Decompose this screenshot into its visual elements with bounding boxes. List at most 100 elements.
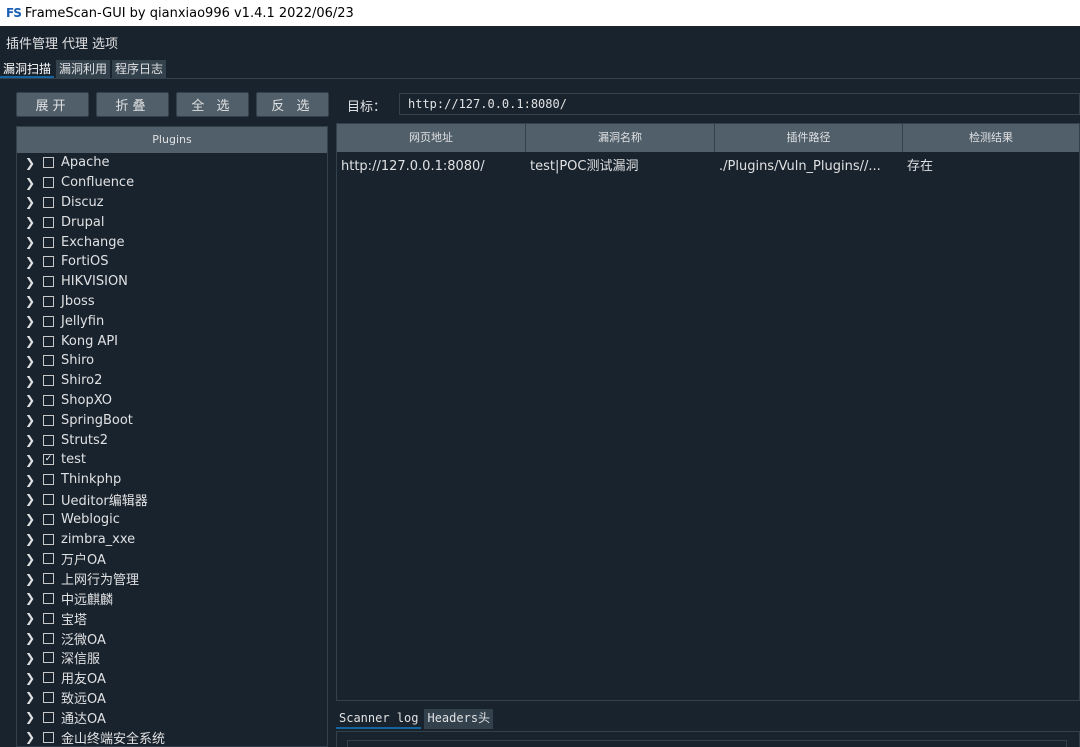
plugin-tree-item[interactable]: ❯ 通达OA	[17, 707, 327, 727]
plugin-checkbox[interactable]	[43, 157, 54, 169]
plugin-checkbox[interactable]	[43, 513, 54, 525]
column-header-plugin-path[interactable]: 插件路径	[715, 124, 903, 152]
plugin-tree-item[interactable]: ❯ zimbra_xxe	[17, 529, 327, 549]
tab-headers[interactable]: Headers头	[424, 709, 494, 729]
chevron-right-icon[interactable]: ❯	[25, 651, 43, 665]
tab-vuln-exploit[interactable]: 漏洞利用	[56, 60, 111, 78]
plugin-checkbox[interactable]	[43, 474, 54, 486]
chevron-right-icon[interactable]: ❯	[25, 631, 43, 645]
chevron-right-icon[interactable]: ❯	[25, 690, 43, 704]
plugin-checkbox[interactable]	[43, 216, 54, 228]
plugin-checkbox[interactable]	[43, 256, 54, 268]
plugin-checkbox[interactable]	[43, 315, 54, 327]
plugin-tree-item[interactable]: ❯ HIKVISION	[17, 272, 327, 292]
plugin-tree-item[interactable]: ❯ 宝塔	[17, 608, 327, 628]
plugin-checkbox[interactable]	[43, 573, 54, 585]
chevron-right-icon[interactable]: ❯	[25, 176, 43, 190]
menu-proxy[interactable]: 代理	[62, 33, 88, 52]
chevron-right-icon[interactable]: ❯	[25, 433, 43, 447]
menu-options[interactable]: 选项	[92, 33, 118, 52]
plugin-checkbox[interactable]	[43, 672, 54, 684]
plugin-checkbox[interactable]	[43, 414, 54, 426]
plugin-tree-item[interactable]: ❯ 用友OA	[17, 668, 327, 688]
plugin-tree-item[interactable]: ❯ SpringBoot	[17, 410, 327, 430]
plugin-tree-item[interactable]: ❯ Confluence	[17, 173, 327, 193]
plugin-tree-item[interactable]: ❯ Shiro2	[17, 371, 327, 391]
plugin-tree-item[interactable]: ❯ Ueditor编辑器	[17, 490, 327, 510]
plugin-tree-item[interactable]: ❯ 万户OA	[17, 549, 327, 569]
plugin-tree-item[interactable]: ❯ ✓ test	[17, 450, 327, 470]
chevron-right-icon[interactable]: ❯	[25, 730, 43, 744]
chevron-right-icon[interactable]: ❯	[25, 611, 43, 625]
plugin-checkbox[interactable]	[43, 236, 54, 248]
plugin-checkbox[interactable]	[43, 276, 54, 288]
plugin-checkbox[interactable]	[43, 196, 54, 208]
chevron-right-icon[interactable]: ❯	[25, 591, 43, 605]
plugin-checkbox[interactable]	[43, 553, 54, 565]
plugin-checkbox[interactable]	[43, 731, 54, 743]
plugin-tree-item[interactable]: ❯ 金山终端安全系统	[17, 727, 327, 746]
plugin-checkbox[interactable]: ✓	[43, 454, 54, 466]
tab-program-log[interactable]: 程序日志	[112, 60, 167, 78]
chevron-right-icon[interactable]: ❯	[25, 710, 43, 724]
plugin-tree-item[interactable]: ❯ Thinkphp	[17, 470, 327, 490]
plugin-tree-item[interactable]: ❯ Drupal	[17, 212, 327, 232]
plugin-checkbox[interactable]	[43, 493, 54, 505]
chevron-right-icon[interactable]: ❯	[25, 195, 43, 209]
target-input[interactable]: http://127.0.0.1:8080/	[399, 93, 1080, 115]
plugin-tree-item[interactable]: ❯ Kong API	[17, 331, 327, 351]
plugin-checkbox[interactable]	[43, 533, 54, 545]
plugin-checkbox[interactable]	[43, 612, 54, 624]
chevron-right-icon[interactable]: ❯	[25, 552, 43, 566]
chevron-right-icon[interactable]: ❯	[25, 354, 43, 368]
chevron-right-icon[interactable]: ❯	[25, 156, 43, 170]
column-header-vuln-name[interactable]: 漏洞名称	[526, 124, 715, 152]
chevron-right-icon[interactable]: ❯	[25, 255, 43, 269]
column-header-result[interactable]: 检测结果	[903, 124, 1079, 152]
plugin-checkbox[interactable]	[43, 375, 54, 387]
plugin-tree-item[interactable]: ❯ Weblogic	[17, 509, 327, 529]
chevron-right-icon[interactable]: ❯	[25, 235, 43, 249]
chevron-right-icon[interactable]: ❯	[25, 215, 43, 229]
chevron-right-icon[interactable]: ❯	[25, 492, 43, 506]
plugin-tree-item[interactable]: ❯ 深信服	[17, 648, 327, 668]
plugin-tree-item[interactable]: ❯ FortiOS	[17, 252, 327, 272]
plugin-checkbox[interactable]	[43, 652, 54, 664]
expand-button[interactable]: 展开	[16, 92, 89, 117]
plugin-tree-item[interactable]: ❯ 上网行为管理	[17, 569, 327, 589]
tab-scanner-log[interactable]: Scanner log	[336, 709, 422, 729]
invert-selection-button[interactable]: 反 选	[256, 92, 329, 117]
plugin-checkbox[interactable]	[43, 177, 54, 189]
plugin-tree-item[interactable]: ❯ Apache	[17, 153, 327, 173]
plugin-checkbox[interactable]	[43, 632, 54, 644]
tab-vuln-scan[interactable]: 漏洞扫描	[0, 60, 55, 78]
chevron-right-icon[interactable]: ❯	[25, 294, 43, 308]
plugin-checkbox[interactable]	[43, 691, 54, 703]
plugin-checkbox[interactable]	[43, 592, 54, 604]
chevron-right-icon[interactable]: ❯	[25, 512, 43, 526]
plugin-checkbox[interactable]	[43, 434, 54, 446]
column-header-url[interactable]: 网页地址	[337, 124, 526, 152]
chevron-right-icon[interactable]: ❯	[25, 374, 43, 388]
table-row[interactable]: http://127.0.0.1:8080/ test|POC测试漏洞 ./Pl…	[337, 152, 1079, 182]
plugin-tree-item[interactable]: ❯ 泛微OA	[17, 628, 327, 648]
plugin-tree-item[interactable]: ❯ Struts2	[17, 430, 327, 450]
plugin-checkbox[interactable]	[43, 335, 54, 347]
plugin-checkbox[interactable]	[43, 394, 54, 406]
chevron-right-icon[interactable]: ❯	[25, 314, 43, 328]
plugin-tree-item[interactable]: ❯ Discuz	[17, 193, 327, 213]
collapse-button[interactable]: 折叠	[96, 92, 169, 117]
menu-plugin-manage[interactable]: 插件管理	[6, 33, 58, 52]
chevron-right-icon[interactable]: ❯	[25, 473, 43, 487]
plugin-tree-item[interactable]: ❯ Shiro	[17, 351, 327, 371]
plugin-checkbox[interactable]	[43, 355, 54, 367]
chevron-right-icon[interactable]: ❯	[25, 671, 43, 685]
chevron-right-icon[interactable]: ❯	[25, 413, 43, 427]
plugin-tree-item[interactable]: ❯ 中远麒麟	[17, 589, 327, 609]
plugin-tree-item[interactable]: ❯ 致远OA	[17, 688, 327, 708]
plugin-tree-item[interactable]: ❯ Jellyfin	[17, 311, 327, 331]
chevron-right-icon[interactable]: ❯	[25, 275, 43, 289]
plugin-checkbox[interactable]	[43, 711, 54, 723]
plugin-checkbox[interactable]	[43, 295, 54, 307]
plugin-tree-item[interactable]: ❯ ShopXO	[17, 391, 327, 411]
